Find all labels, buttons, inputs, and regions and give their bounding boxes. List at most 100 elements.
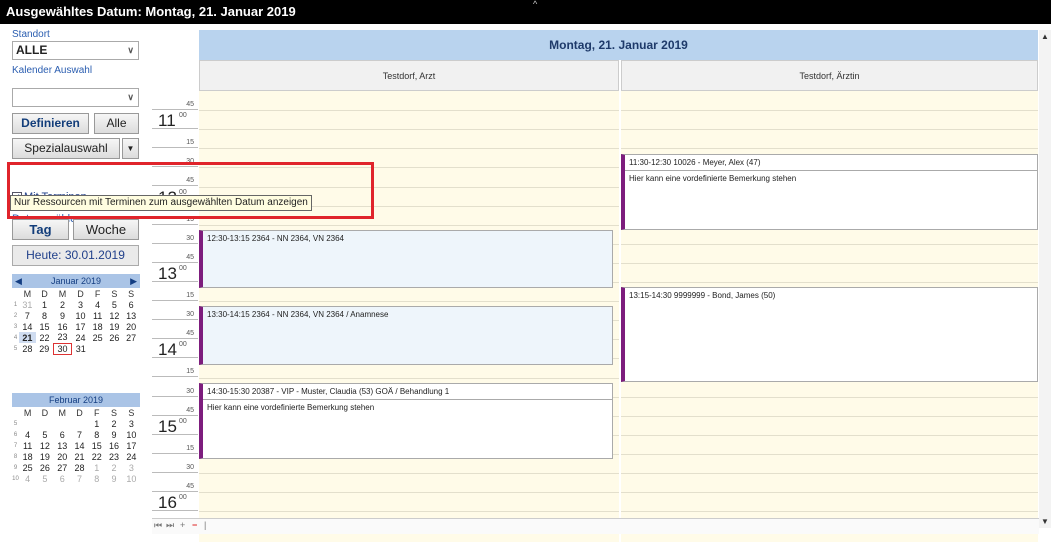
calendar-day[interactable]: 21 (19, 332, 36, 343)
alle-button[interactable]: Alle (94, 113, 139, 134)
definieren-button[interactable]: Definieren (12, 113, 89, 134)
scroll-up-icon[interactable]: ▲ (1041, 32, 1049, 41)
collapse-caret-icon[interactable]: ^ (533, 0, 537, 9)
calendar-day[interactable]: 14 (71, 440, 88, 451)
calendar-day[interactable]: 19 (36, 451, 53, 462)
calendar-day[interactable]: 1 (88, 418, 105, 429)
calendar-day[interactable]: 19 (106, 321, 123, 332)
heute-button[interactable]: Heute: 30.01.2019 (12, 245, 139, 266)
calendar-day[interactable]: 5 (106, 299, 123, 310)
calendar-day[interactable]: 20 (123, 321, 140, 332)
prev-month-icon[interactable]: ◀ (15, 274, 22, 288)
calendar-day[interactable]: 16 (53, 321, 71, 332)
calendar-day[interactable]: 14 (19, 321, 36, 332)
appointment[interactable]: 11:30-12:30 10026 - Meyer, Alex (47) Hie… (621, 154, 1038, 230)
calendar-day[interactable]: 3 (72, 299, 90, 310)
calendar-day[interactable]: 24 (72, 332, 90, 343)
calendar-day[interactable]: 24 (123, 451, 140, 462)
calendar-day[interactable]: 30 (52, 342, 73, 355)
appointment[interactable]: 14:30-15:30 20387 - VIP - Muster, Claudi… (199, 383, 613, 459)
calendar-day[interactable]: 9 (105, 429, 122, 440)
calendar-day[interactable]: 28 (19, 343, 36, 354)
calendar-day[interactable]: 23 (53, 332, 71, 343)
calendar-day[interactable] (106, 343, 123, 354)
edit-icon[interactable]: | (204, 520, 206, 530)
calendar-day[interactable]: 18 (89, 321, 106, 332)
calendar-day[interactable]: 2 (53, 299, 71, 310)
next-month-icon[interactable]: ▶ (130, 274, 137, 288)
calendar-day[interactable]: 5 (36, 429, 53, 440)
calendar-day[interactable]: 12 (106, 310, 123, 321)
calendar-day[interactable]: 15 (36, 321, 54, 332)
calendar-day[interactable]: 25 (89, 332, 106, 343)
calendar-day[interactable]: 4 (89, 299, 106, 310)
calendar-day[interactable]: 13 (54, 440, 71, 451)
calendar-day[interactable]: 7 (71, 473, 88, 484)
calendar-day[interactable]: 3 (123, 462, 140, 473)
calendar-day[interactable]: 7 (71, 429, 88, 440)
appointment[interactable]: 13:15-14:30 9999999 - Bond, James (50) (621, 287, 1038, 382)
calendar-day[interactable]: 16 (105, 440, 122, 451)
calendar-day[interactable]: 10 (123, 473, 140, 484)
calendar-day[interactable]: 7 (19, 310, 36, 321)
calendar-day[interactable]: 6 (54, 429, 71, 440)
calendar-day[interactable] (71, 418, 88, 429)
calendar-day[interactable] (54, 418, 71, 429)
calendar-day[interactable]: 2 (105, 462, 122, 473)
calendar-day[interactable]: 5 (36, 473, 53, 484)
calendar-day[interactable]: 26 (106, 332, 123, 343)
calendar-day[interactable]: 11 (89, 310, 106, 321)
calendar-day[interactable]: 31 (72, 343, 90, 354)
standort-select[interactable]: ALLE ∨ (12, 41, 139, 60)
calendar-day[interactable] (19, 418, 36, 429)
appointment[interactable]: 13:30-14:15 2364 - NN 2364, VN 2364 / An… (199, 306, 613, 365)
calendar-day[interactable]: 11 (19, 440, 36, 451)
add-icon[interactable]: + (180, 520, 185, 530)
calendar-day[interactable]: 8 (88, 429, 105, 440)
calendar-day[interactable]: 25 (19, 462, 36, 473)
last-record-icon[interactable]: ⏭ (166, 520, 174, 531)
first-record-icon[interactable]: ⏮ (154, 520, 162, 531)
vertical-scrollbar[interactable]: ▲ ▼ (1039, 30, 1051, 528)
calendar-day[interactable]: 27 (123, 332, 140, 343)
calendar-day[interactable]: 9 (105, 473, 122, 484)
calendar-day[interactable]: 10 (72, 310, 90, 321)
calendar-day[interactable]: 13 (123, 310, 140, 321)
kalender-select[interactable]: ∨ (12, 88, 139, 107)
calendar-day[interactable]: 27 (54, 462, 71, 473)
calendar-day[interactable]: 8 (88, 473, 105, 484)
resource-column-arzt[interactable]: 12:30-13:15 2364 - NN 2364, VN 2364 13:3… (199, 91, 619, 542)
calendar-day[interactable]: 26 (36, 462, 53, 473)
calendar-day[interactable]: 29 (36, 343, 54, 354)
calendar-day[interactable]: 12 (36, 440, 53, 451)
calendar-day[interactable]: 1 (88, 462, 105, 473)
resource-column-aerztin[interactable]: 11:30-12:30 10026 - Meyer, Alex (47) Hie… (621, 91, 1038, 542)
calendar-day[interactable]: 15 (88, 440, 105, 451)
calendar-day[interactable]: 22 (88, 451, 105, 462)
calendar-day[interactable]: 17 (123, 440, 140, 451)
calendar-day[interactable]: 6 (123, 299, 140, 310)
calendar-day[interactable]: 4 (19, 429, 36, 440)
calendar-day[interactable]: 23 (105, 451, 122, 462)
calendar-day[interactable]: 18 (19, 451, 36, 462)
woche-button[interactable]: Woche (73, 219, 139, 240)
spezialauswahl-dropdown-button[interactable]: ▼ (122, 138, 139, 159)
calendar-day[interactable]: 20 (54, 451, 71, 462)
calendar-day[interactable]: 21 (71, 451, 88, 462)
appointment[interactable]: 12:30-13:15 2364 - NN 2364, VN 2364 (199, 230, 613, 288)
calendar-day[interactable]: 3 (123, 418, 140, 429)
calendar-day[interactable]: 1 (36, 299, 54, 310)
calendar-day[interactable]: 22 (36, 332, 54, 343)
calendar-day[interactable]: 8 (36, 310, 54, 321)
calendar-day[interactable]: 9 (53, 310, 71, 321)
calendar-day[interactable] (89, 343, 106, 354)
calendar-day[interactable] (36, 418, 53, 429)
calendar-day[interactable]: 4 (19, 473, 36, 484)
calendar-day[interactable]: 6 (54, 473, 71, 484)
calendar-day[interactable]: 17 (72, 321, 90, 332)
scroll-down-icon[interactable]: ▼ (1041, 517, 1049, 526)
remove-icon[interactable]: − (192, 520, 197, 530)
resource-header[interactable]: Testdorf, Arzt (199, 60, 619, 91)
spezialauswahl-button[interactable]: Spezialauswahl (12, 138, 120, 159)
calendar-day[interactable]: 28 (71, 462, 88, 473)
